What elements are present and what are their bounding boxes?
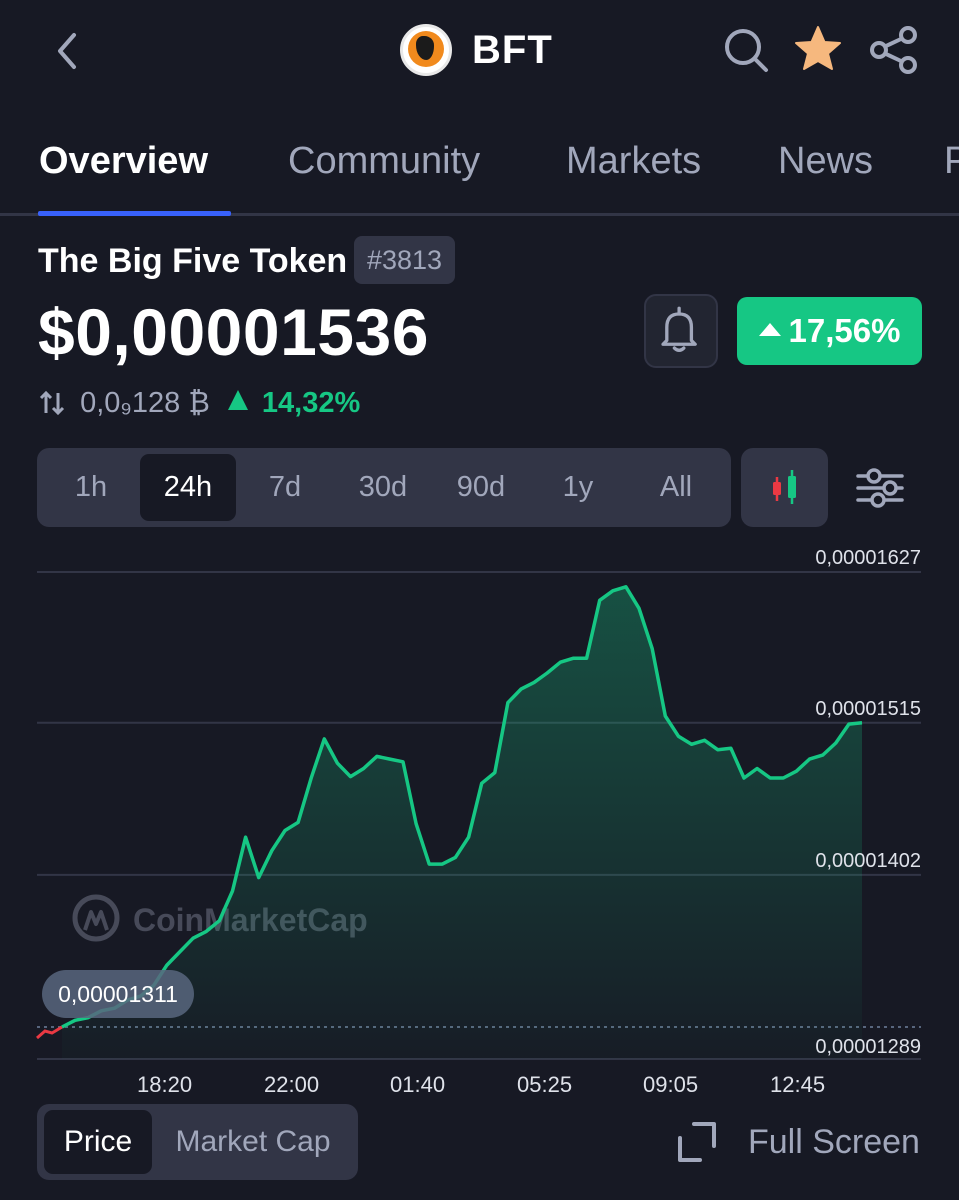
range-24h[interactable]: 24h xyxy=(140,454,236,521)
star-icon[interactable] xyxy=(792,24,844,76)
active-tab-indicator xyxy=(38,211,231,216)
price-marketcap-toggle: Price Market Cap xyxy=(37,1104,358,1180)
y-tick-label: 0,00001627 xyxy=(815,547,921,569)
range-30d[interactable]: 30d xyxy=(335,454,431,521)
tab-community[interactable]: Community xyxy=(288,140,480,183)
price-alert-button[interactable] xyxy=(644,294,718,368)
tab-markets[interactable]: Markets xyxy=(566,140,701,183)
bell-icon xyxy=(661,306,697,353)
x-tick-label: 09:05 xyxy=(643,1072,699,1097)
tab-overview[interactable]: Overview xyxy=(39,140,208,183)
fullscreen-button[interactable]: Full Screen xyxy=(748,1123,920,1162)
y-tick-label: 0,00001515 xyxy=(815,698,921,720)
price-change-value: 17,56% xyxy=(788,312,901,349)
x-tick-label: 01:40 xyxy=(390,1072,446,1097)
price-change-badge: 17,56% xyxy=(737,297,922,365)
tab-truncated[interactable]: P xyxy=(944,140,959,183)
price-toggle-button[interactable]: Price xyxy=(44,1110,152,1174)
price-line-negative xyxy=(36,1025,63,1040)
chart-settings-icon[interactable] xyxy=(852,464,908,514)
range-7d[interactable]: 7d xyxy=(237,454,333,521)
x-tick-label: 22:00 xyxy=(264,1072,320,1097)
range-all[interactable]: All xyxy=(628,454,724,521)
rank-badge: #3813 xyxy=(354,236,455,284)
candlestick-toggle-button[interactable] xyxy=(741,448,828,527)
x-tick-label: 18:20 xyxy=(137,1072,193,1097)
fullscreen-icon[interactable] xyxy=(676,1118,720,1168)
y-tick-label: 0,00001289 xyxy=(815,1036,921,1058)
open-price-marker: 0,00001311 xyxy=(42,970,194,1018)
share-icon[interactable] xyxy=(868,24,920,76)
swap-arrows-icon xyxy=(39,391,65,416)
btc-price-row: 0,0₉128 ₿ 14,32% xyxy=(38,386,360,422)
section-tabs: Overview Community Markets News P xyxy=(0,118,959,216)
coin-name: The Big Five Token xyxy=(38,242,348,280)
market-cap-toggle-button[interactable]: Market Cap xyxy=(157,1110,349,1174)
big-five-token-logo xyxy=(400,24,452,76)
x-tick-label: 12:45 xyxy=(770,1072,826,1097)
btc-price: 0,0₉128 ₿ xyxy=(80,386,210,419)
tab-news[interactable]: News xyxy=(778,140,873,183)
top-bar: BFT xyxy=(0,0,959,110)
range-1y[interactable]: 1y xyxy=(530,454,626,521)
coin-symbol: BFT xyxy=(472,28,553,72)
coin-price: $0,00001536 xyxy=(38,295,429,369)
open-price-label: 0,00001311 xyxy=(58,981,178,1007)
search-icon[interactable] xyxy=(720,24,772,76)
range-90d[interactable]: 90d xyxy=(433,454,529,521)
time-range-selector: 1h 24h 7d 30d 90d 1y All xyxy=(37,448,731,527)
back-arrow-icon[interactable] xyxy=(48,26,88,76)
range-1h[interactable]: 1h xyxy=(43,454,139,521)
price-chart[interactable]: CoinMarketCap 0,000016270,000015150,0000… xyxy=(0,540,959,1100)
caret-up-icon xyxy=(758,322,781,336)
btc-change: 14,32% xyxy=(261,386,361,419)
x-tick-label: 05:25 xyxy=(517,1072,573,1097)
candlestick-icon xyxy=(773,470,796,504)
y-tick-label: 0,00001402 xyxy=(815,850,921,872)
caret-up-icon xyxy=(227,390,248,411)
